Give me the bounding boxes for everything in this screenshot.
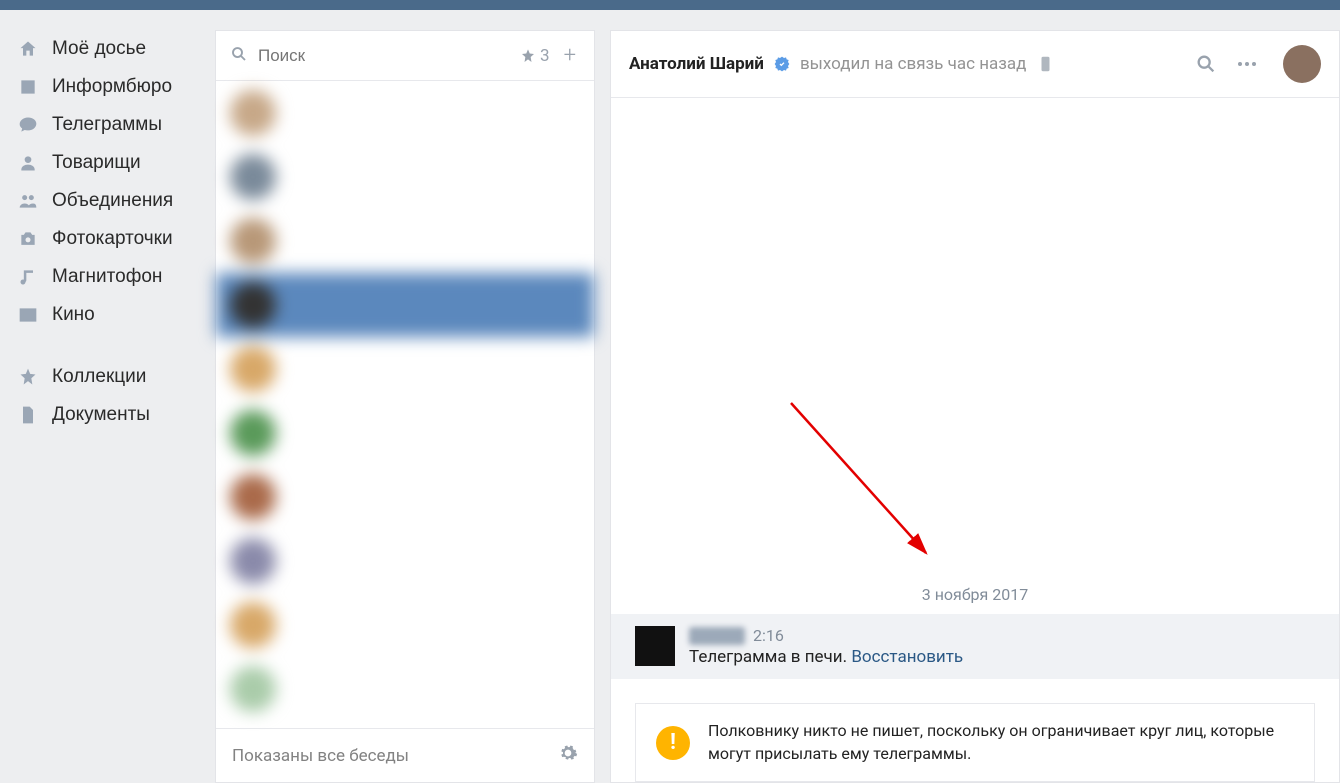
document-icon xyxy=(18,405,38,425)
sidebar-item-groups[interactable]: Объединения xyxy=(0,182,200,220)
sidebar-item-messages[interactable]: Телеграммы xyxy=(0,106,200,144)
chat-status: выходил на связь час назад xyxy=(800,54,1027,74)
date-separator: 3 ноября 2017 xyxy=(611,575,1339,614)
message-avatar[interactable] xyxy=(635,626,675,666)
sidebar-item-label: Телеграммы xyxy=(52,114,162,136)
star-filled-icon xyxy=(520,48,536,64)
annotation-arrow xyxy=(786,398,966,582)
conversation-list-panel: 3 + Показаны все беседы xyxy=(215,30,595,783)
sidebar-item-video[interactable]: Кино xyxy=(0,296,200,334)
sidebar-item-news[interactable]: Информбюро xyxy=(0,68,200,106)
warning-icon: ! xyxy=(656,726,690,760)
conversation-item[interactable] xyxy=(216,465,594,529)
sidebar-item-photos[interactable]: Фотокарточки xyxy=(0,220,200,258)
conversation-item[interactable] xyxy=(216,209,594,273)
sidebar-item-documents[interactable]: Документы xyxy=(0,396,200,434)
conversation-search-bar: 3 + xyxy=(216,31,594,81)
conversation-item[interactable] xyxy=(216,81,594,145)
home-icon xyxy=(18,39,38,59)
sidebar-item-label: Фотокарточки xyxy=(52,228,173,250)
search-input[interactable] xyxy=(258,46,510,66)
news-icon xyxy=(18,77,38,97)
chat-search-icon[interactable] xyxy=(1191,49,1221,79)
sidebar-item-label: Моё досье xyxy=(52,38,146,60)
chat-title[interactable]: Анатолий Шарий xyxy=(629,54,764,74)
chat-header: Анатолий Шарий выходил на связь час наза… xyxy=(611,31,1339,98)
verified-badge-icon xyxy=(774,56,790,72)
conversation-item[interactable] xyxy=(216,401,594,465)
message-sender-name[interactable] xyxy=(689,627,745,645)
sidebar-item-profile[interactable]: Моё досье xyxy=(0,30,200,68)
topbar xyxy=(0,0,1340,10)
music-icon xyxy=(18,267,38,287)
starred-filter[interactable]: 3 xyxy=(520,46,550,66)
chat-panel: Анатолий Шарий выходил на связь час наза… xyxy=(610,30,1340,783)
photos-icon xyxy=(18,229,38,249)
mobile-icon xyxy=(1040,56,1051,72)
sidebar-item-collections[interactable]: Коллекции xyxy=(0,358,200,396)
sidebar-item-music[interactable]: Магнитофон xyxy=(0,258,200,296)
more-options-icon[interactable] xyxy=(1231,48,1263,80)
gear-icon[interactable] xyxy=(558,743,578,768)
sidebar-nav: Моё досье Информбюро Телеграммы Товарищи… xyxy=(0,10,200,783)
message-row: 2:16 Телеграмма в печи. Восстановить xyxy=(611,614,1339,679)
chat-avatar[interactable] xyxy=(1283,45,1321,83)
video-icon xyxy=(18,305,38,325)
conversation-item[interactable] xyxy=(216,593,594,657)
groups-icon xyxy=(18,191,38,211)
star-icon xyxy=(18,367,38,387)
sidebar-item-label: Магнитофон xyxy=(52,266,162,288)
sidebar-item-label: Товарищи xyxy=(52,152,141,174)
messages-icon xyxy=(18,115,38,135)
conversation-item[interactable] xyxy=(216,657,594,721)
conversation-item[interactable] xyxy=(216,145,594,209)
sidebar-item-label: Объединения xyxy=(52,190,173,212)
message-time: 2:16 xyxy=(753,626,784,645)
notice-text: Полковнику никто не пишет, поскольку он … xyxy=(708,720,1294,765)
sidebar-item-label: Информбюро xyxy=(52,76,172,98)
privacy-notice: ! Полковнику никто не пишет, поскольку о… xyxy=(635,703,1315,782)
search-icon xyxy=(230,45,248,67)
sidebar-item-label: Коллекции xyxy=(52,366,146,388)
conversation-item[interactable] xyxy=(216,529,594,593)
conversation-item-active[interactable] xyxy=(216,273,594,337)
message-text: Телеграмма в печи. xyxy=(689,647,851,667)
conversation-list[interactable] xyxy=(216,81,594,728)
restore-link[interactable]: Восстановить xyxy=(851,647,963,667)
new-conversation-button[interactable]: + xyxy=(560,43,580,68)
friends-icon xyxy=(18,153,38,173)
sidebar-item-label: Документы xyxy=(52,404,150,426)
sidebar-item-friends[interactable]: Товарищи xyxy=(0,144,200,182)
conversation-list-footer: Показаны все беседы xyxy=(216,728,594,782)
sidebar-item-label: Кино xyxy=(52,304,95,326)
chat-body: 3 ноября 2017 2:16 Телеграмма в печи. Во… xyxy=(611,98,1339,782)
conversation-item[interactable] xyxy=(216,337,594,401)
